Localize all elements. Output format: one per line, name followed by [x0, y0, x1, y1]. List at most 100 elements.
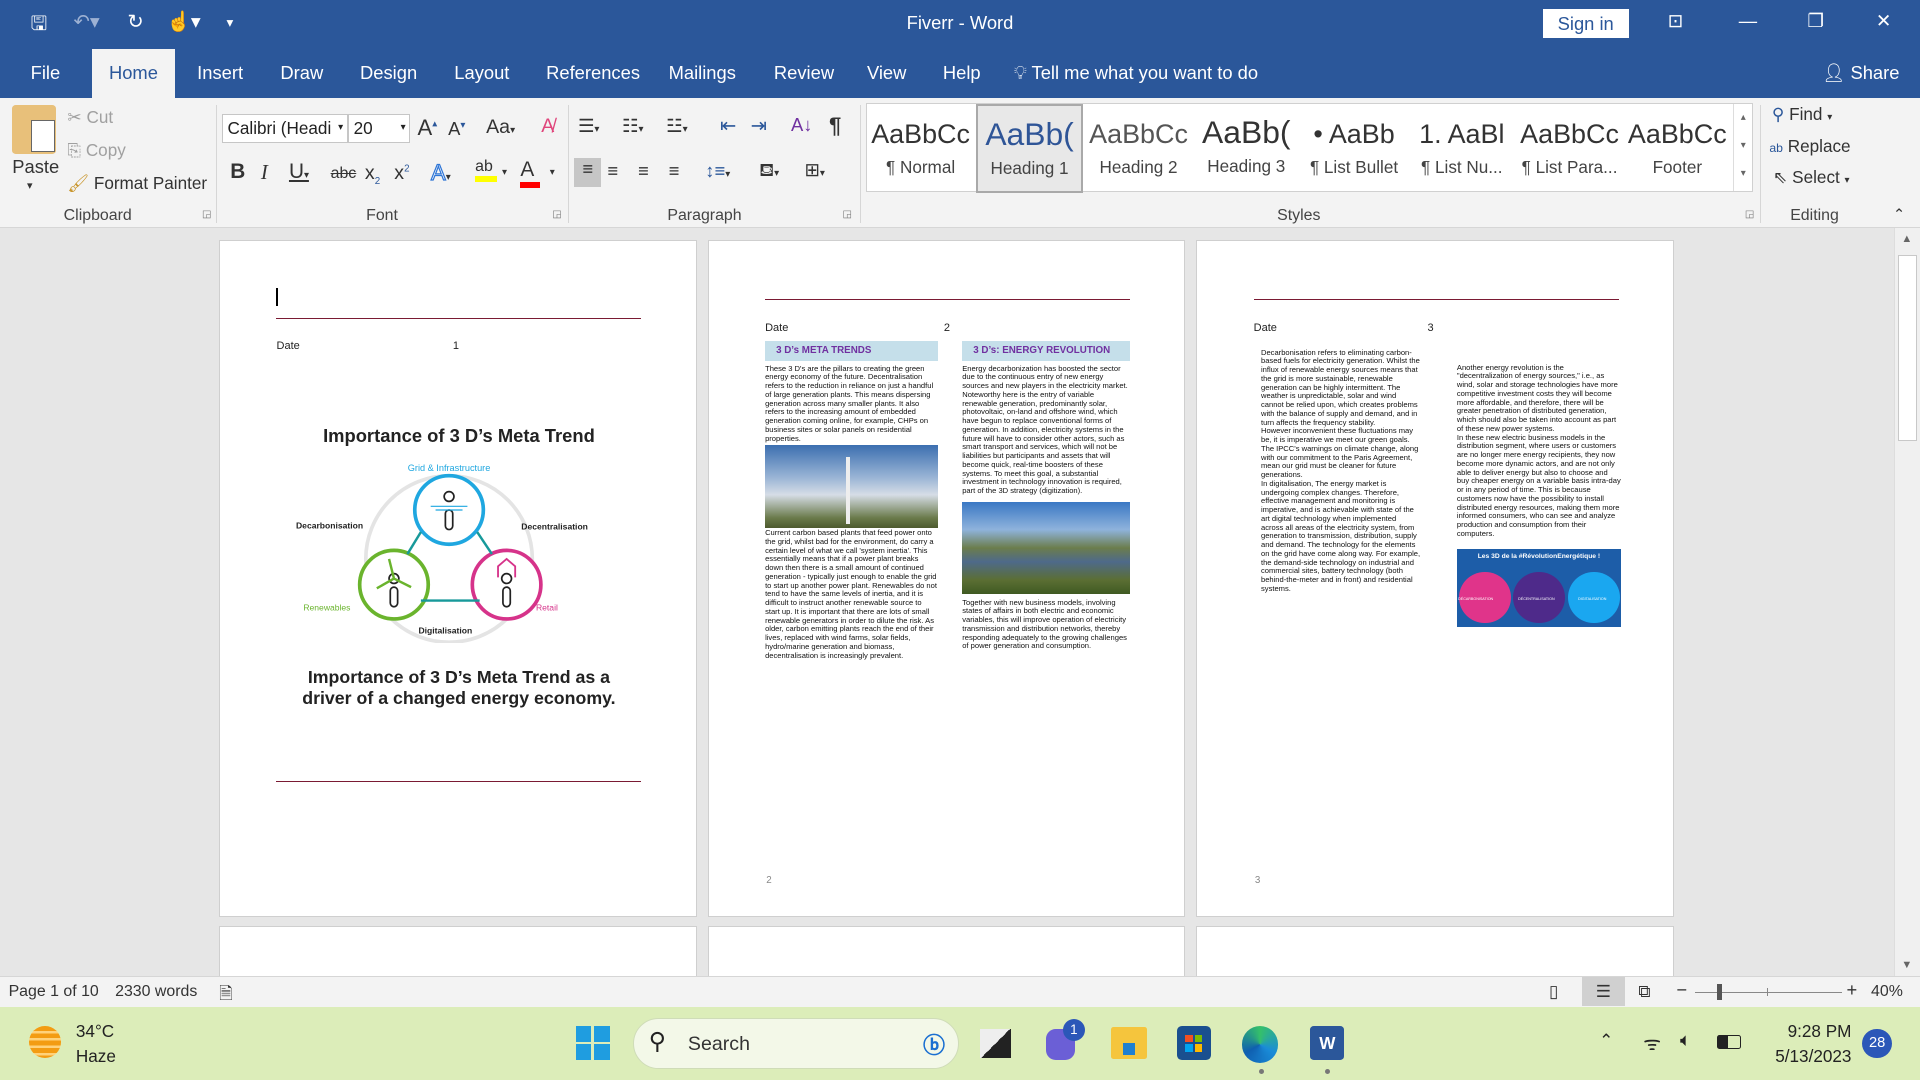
zoom-in-button[interactable]: + [1847, 979, 1858, 1001]
line-spacing-icon[interactable]: ↕≡▾ [705, 160, 730, 182]
read-mode-icon[interactable]: ▯ [1549, 981, 1558, 1002]
tab-design[interactable]: Design [360, 49, 417, 98]
battery-icon[interactable] [1716, 1034, 1742, 1050]
chevron-up-icon[interactable]: ⌃ [1599, 1030, 1613, 1051]
vertical-scrollbar[interactable]: ▲ ▼ [1894, 227, 1920, 976]
start-button[interactable] [575, 1026, 610, 1061]
font-size-combo[interactable]: 20 ▾ [347, 113, 411, 144]
clock-time[interactable]: 9:28 PM [1766, 1021, 1852, 1042]
styles-launcher-icon[interactable]: ◲ [1745, 209, 1754, 220]
clipboard-launcher-icon[interactable]: ◲ [202, 209, 211, 220]
style-list-bullet[interactable]: • AaBb ¶ List Bullet [1300, 104, 1408, 193]
style-list-number[interactable]: 1. AaBl ¶ List Nu... [1408, 104, 1516, 193]
page-2[interactable]: Date 2 3 D’s META TRENDS These 3 D's are… [707, 239, 1186, 918]
bold-button[interactable]: B [230, 160, 245, 184]
close-button[interactable]: ✕ [1876, 10, 1891, 32]
tab-references[interactable]: References [546, 49, 640, 98]
bullets-icon[interactable]: ☰▾ [578, 115, 599, 137]
scroll-down-icon[interactable]: ▼ [1901, 959, 1912, 971]
style-footer[interactable]: AaBbCc Footer [1623, 104, 1731, 193]
shrink-font-icon[interactable]: A▾ [448, 118, 465, 140]
font-color-icon[interactable]: A [520, 158, 540, 189]
zoom-slider-thumb[interactable] [1716, 984, 1722, 1001]
microsoft-store-icon[interactable] [1176, 1026, 1212, 1061]
web-layout-icon[interactable]: ⧉ [1638, 981, 1650, 1002]
collapse-ribbon-icon[interactable]: ⌃ [1893, 206, 1905, 223]
text-effects-icon[interactable]: A▾ [430, 160, 450, 186]
volume-icon[interactable]: 🔈︎ [1680, 1029, 1691, 1051]
share-button[interactable]: 👤︎ Share [1822, 49, 1899, 98]
tab-insert[interactable]: Insert [197, 49, 243, 98]
zoom-level[interactable]: 40% [1871, 983, 1903, 1001]
underline-button[interactable]: U▾ [289, 160, 309, 184]
tab-help[interactable]: Help [943, 49, 981, 98]
paragraph-launcher-icon[interactable]: ◲ [842, 209, 851, 220]
subscript-icon[interactable]: x2 [365, 162, 380, 187]
tab-draw[interactable]: Draw [280, 49, 323, 98]
justify-button[interactable]: ≡ [669, 160, 680, 182]
style-normal[interactable]: AaBbCc ¶ Normal [867, 104, 975, 193]
tell-me-box[interactable]: 💡︎ Tell me what you want to do [1014, 49, 1258, 98]
font-launcher-icon[interactable]: ◲ [552, 209, 561, 220]
paste-icon[interactable] [12, 105, 57, 155]
scroll-up-icon[interactable]: ▲ [1901, 233, 1912, 245]
select-button[interactable]: ⇖ Select ▾ [1773, 167, 1849, 188]
page-5[interactable] [707, 925, 1186, 976]
shading-icon[interactable]: ⛾▾ [759, 159, 779, 184]
page-1[interactable]: Date 1 Importance of 3 D’s Meta Trend Gr… [219, 239, 697, 918]
word-taskbar-icon[interactable]: W [1310, 1026, 1345, 1061]
styles-scroll[interactable]: ▴ ▾ ▾ [1732, 103, 1753, 191]
tab-layout[interactable]: Layout [454, 49, 509, 98]
style-heading-1[interactable]: AaBb(Heading 1 [975, 103, 1084, 194]
tab-home[interactable]: Home [91, 48, 176, 98]
format-painter-button[interactable]: 🖌︎ Format Painter [67, 173, 207, 194]
style-heading-2[interactable]: AaBbCc Heading 2 [1085, 104, 1193, 193]
highlight-dropdown-icon[interactable]: ▾ [502, 167, 507, 178]
sign-in-button[interactable]: Sign in [1542, 8, 1629, 38]
taskbar-search[interactable]: ⚲ Search ⓑ [633, 1017, 959, 1069]
clear-formatting-icon[interactable]: A̸ [541, 115, 554, 138]
proofing-icon[interactable]: 🗎︎ [219, 981, 233, 1010]
multilevel-list-icon[interactable]: ☳▾ [666, 115, 687, 137]
wifi-icon[interactable]: ᯤ [1643, 1029, 1661, 1056]
page-4[interactable] [219, 925, 697, 976]
align-right-button[interactable]: ≡ [638, 160, 649, 182]
scroll-thumb[interactable] [1897, 254, 1918, 441]
weather-haze-icon[interactable] [29, 1026, 62, 1058]
paste-dropdown-icon[interactable]: ▾ [27, 179, 33, 192]
numbering-icon[interactable]: ☷▾ [622, 115, 643, 137]
zoom-out-button[interactable]: − [1676, 979, 1687, 1001]
weather-condition[interactable]: Haze [76, 1046, 116, 1067]
zoom-slider[interactable] [1694, 984, 1842, 1001]
paste-button[interactable]: Paste [12, 156, 59, 178]
tab-view[interactable]: View [867, 49, 906, 98]
change-case-button[interactable]: Aa▾ [486, 116, 515, 139]
file-explorer-icon[interactable] [1110, 1027, 1148, 1060]
edge-icon[interactable] [1241, 1026, 1279, 1063]
restore-button[interactable]: ❐ [1807, 10, 1823, 32]
bing-icon[interactable]: ⓑ [923, 1028, 945, 1060]
page-6[interactable] [1196, 925, 1674, 976]
sort-icon[interactable]: A↓ [791, 114, 812, 136]
page-count[interactable]: Page 1 of 10 [9, 983, 99, 1001]
notification-badge[interactable]: 28 [1862, 1028, 1892, 1058]
print-layout-icon[interactable]: ☰ [1582, 976, 1625, 1007]
style-heading-3[interactable]: AaBb(Heading 3 [1192, 104, 1300, 193]
replace-button[interactable]: ab Replace [1769, 136, 1850, 157]
tab-review[interactable]: Review [774, 49, 834, 98]
clock-date[interactable]: 5/13/2023 [1753, 1046, 1851, 1067]
font-name-combo[interactable]: Calibri (Headi ▾ [221, 113, 348, 144]
align-center-button[interactable]: ≡ [607, 160, 618, 182]
minimize-button[interactable]: — [1739, 10, 1757, 32]
borders-icon[interactable]: ⊞▾ [804, 159, 824, 181]
tab-mailings[interactable]: Mailings [669, 49, 736, 98]
style-list-paragraph[interactable]: AaBbCc ¶ List Para... [1516, 104, 1624, 193]
ribbon-display-icon[interactable]: ⊡ [1668, 10, 1683, 32]
page-3[interactable]: Date 3 Decarbonisation refers to elimina… [1196, 239, 1674, 918]
tab-file[interactable]: File [31, 49, 61, 98]
cut-button[interactable]: ✂ Cut [67, 107, 113, 128]
task-view-icon[interactable] [979, 1028, 1012, 1058]
align-left-button[interactable]: ≡ [574, 157, 602, 188]
increase-indent-icon[interactable]: ⇥ [751, 114, 767, 138]
weather-temp[interactable]: 34°C [76, 1021, 114, 1042]
